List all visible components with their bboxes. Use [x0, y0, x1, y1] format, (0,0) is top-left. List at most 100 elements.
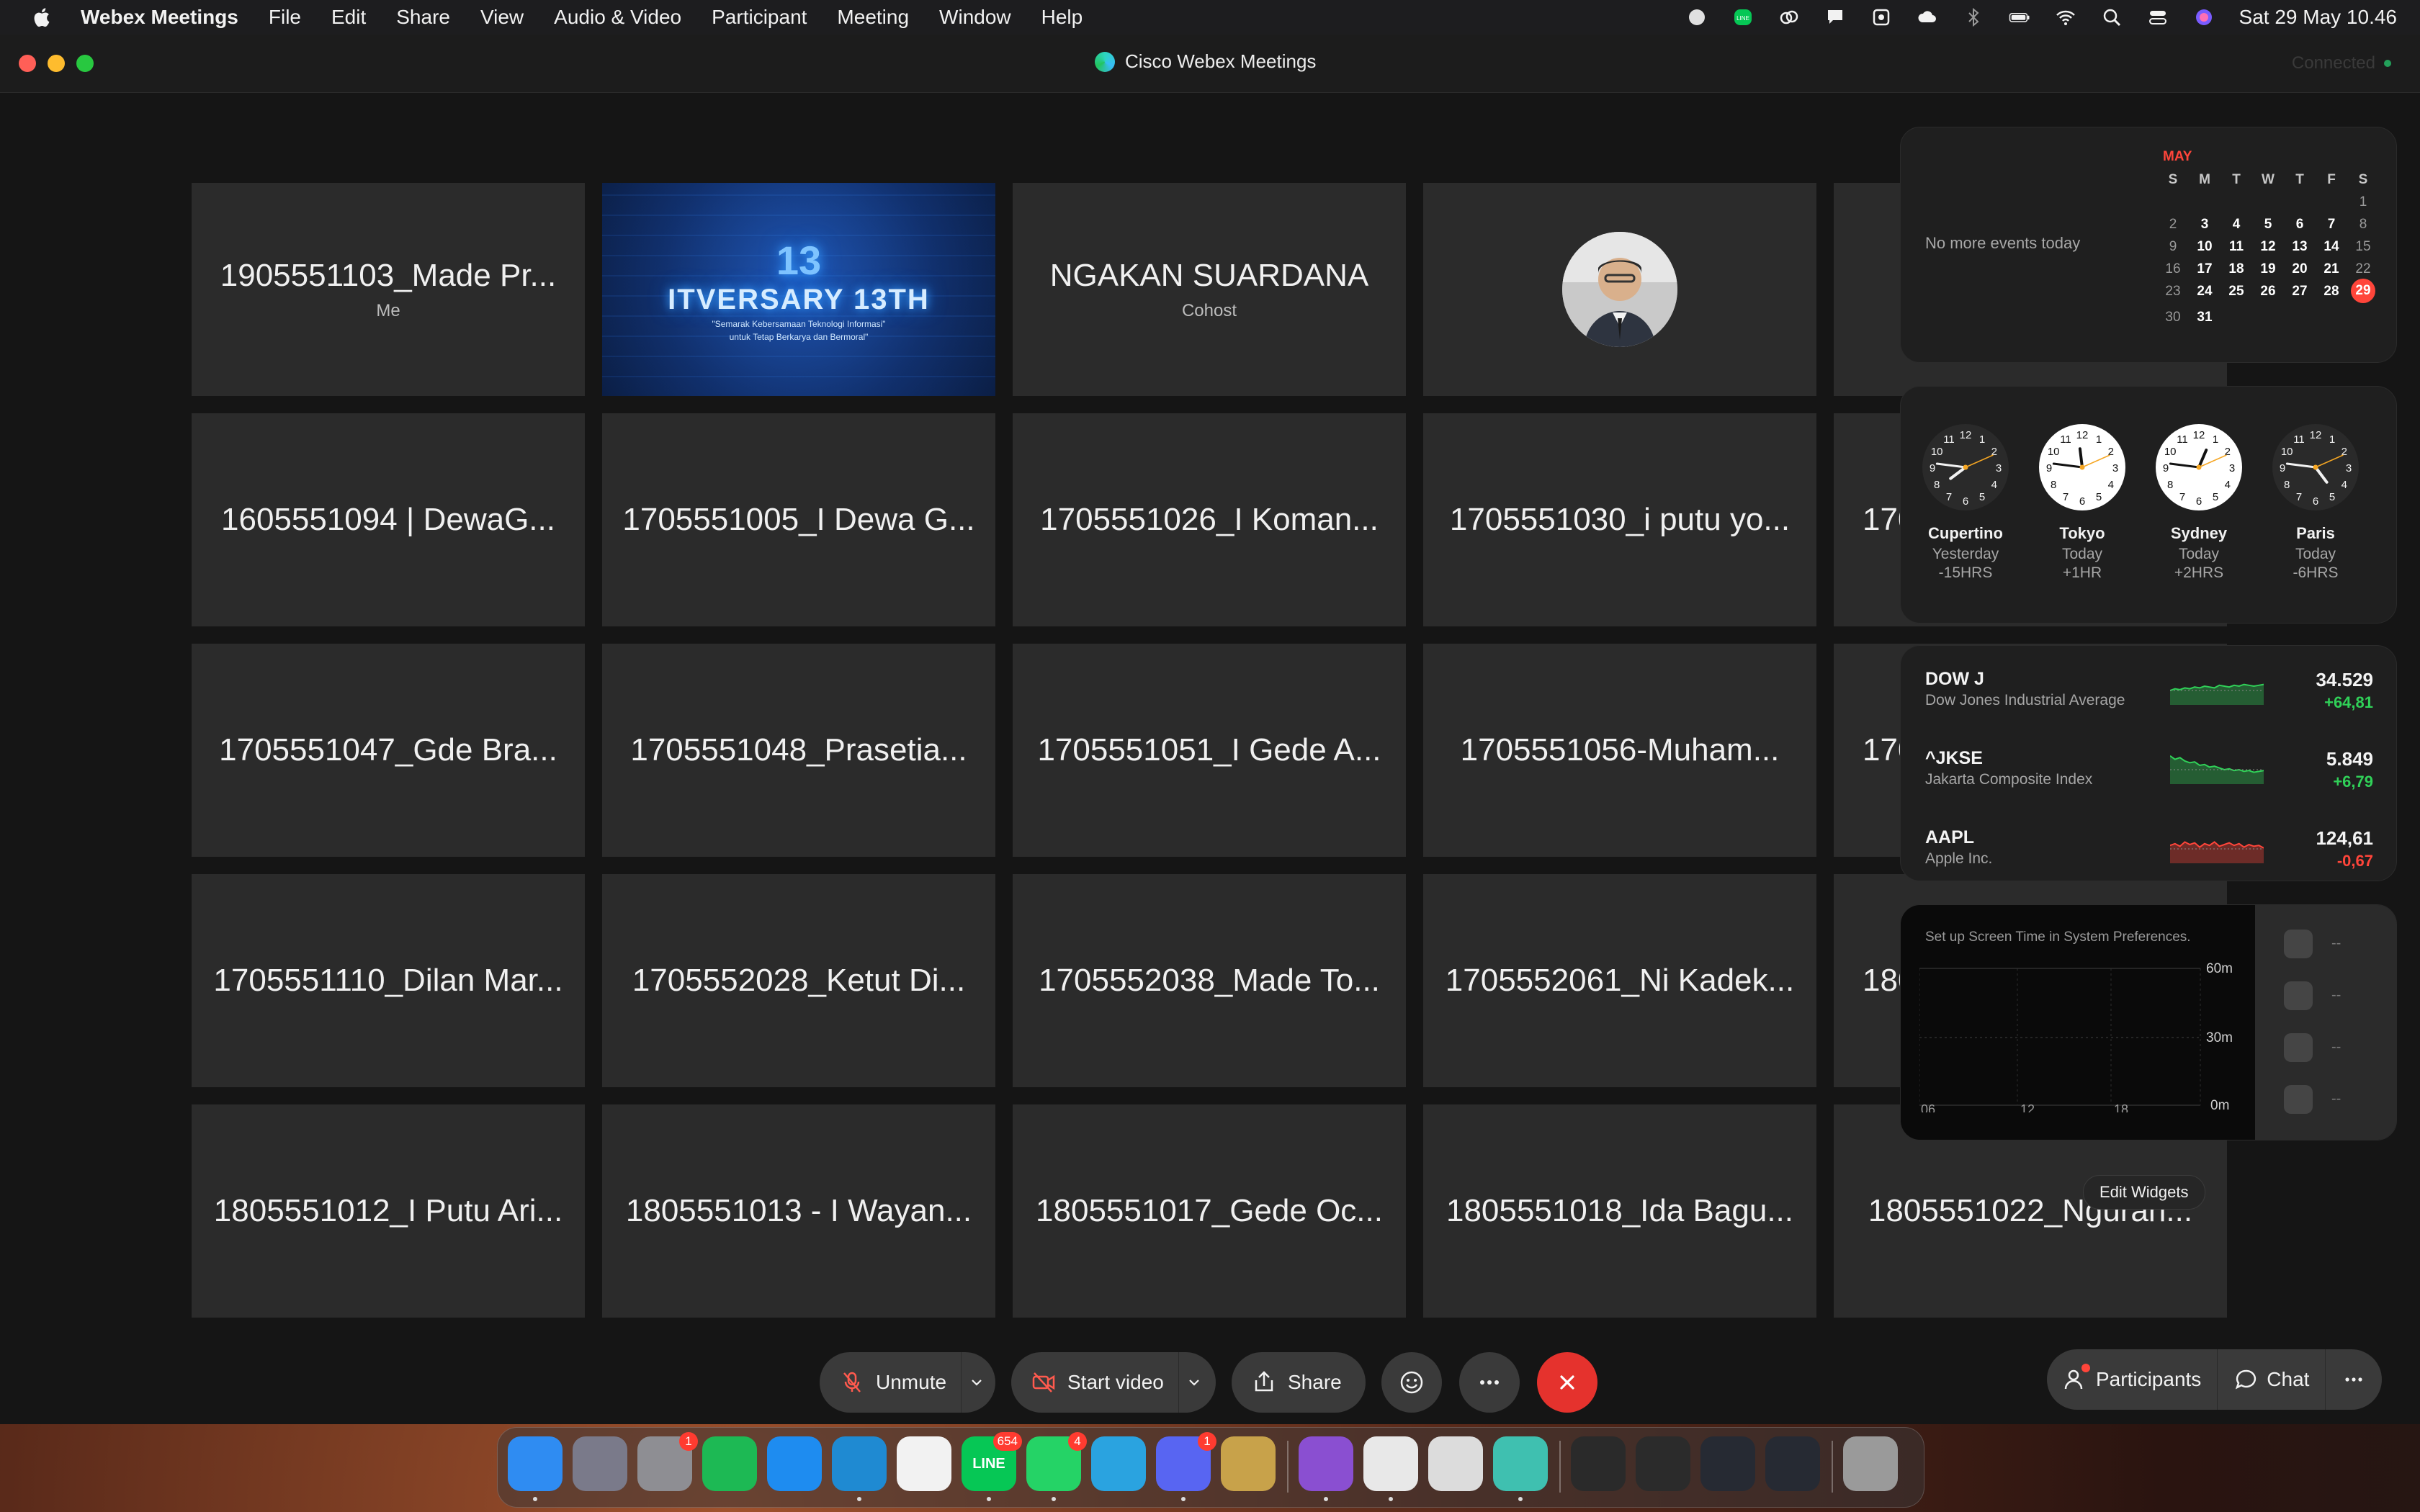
- chrome-icon[interactable]: [1363, 1436, 1418, 1491]
- window-zoom-button[interactable]: [76, 55, 94, 72]
- participant-tile[interactable]: 1705552028_Ketut Di...: [602, 874, 995, 1087]
- participant-tile[interactable]: 1705551048_Prasetia...: [602, 644, 995, 857]
- whatsapp-icon[interactable]: 4: [1026, 1432, 1087, 1491]
- edit-widgets-button[interactable]: Edit Widgets: [2083, 1175, 2205, 1210]
- panel-more-button[interactable]: [2325, 1349, 2382, 1410]
- participant-tile[interactable]: 1705551005_I Dewa G...: [602, 413, 995, 626]
- stock-price: 5.849: [2326, 748, 2373, 770]
- participant-tile[interactable]: 1705551110_Dilan Mar...: [192, 874, 585, 1087]
- participant-tile[interactable]: 1905551103_Made Pr... Me: [192, 183, 585, 396]
- wifi-icon[interactable]: [2055, 6, 2076, 28]
- discord-icon[interactable]: 1: [1156, 1432, 1216, 1491]
- participants-button[interactable]: Participants: [2047, 1349, 2217, 1410]
- participant-tile[interactable]: 1705551051_I Gede A...: [1013, 644, 1406, 857]
- participant-tile[interactable]: 1805551013 - I Wayan...: [602, 1104, 995, 1318]
- start-video-button[interactable]: Start video: [1011, 1352, 1216, 1413]
- webex-icon[interactable]: [1493, 1436, 1548, 1491]
- participant-tile[interactable]: 1605551094 | DewaG...: [192, 413, 585, 626]
- leave-meeting-button[interactable]: [1537, 1352, 1597, 1413]
- screen-time-x-label: 06: [1921, 1102, 1935, 1112]
- more-options-button[interactable]: [1459, 1352, 1520, 1413]
- stock-row[interactable]: ^JKSE Jakarta Composite Index 5.849 +6,79: [1925, 748, 2379, 813]
- battery-icon[interactable]: [2009, 6, 2030, 28]
- menu-clock[interactable]: Sat 29 May 10.46: [2239, 6, 2397, 29]
- share-button[interactable]: Share: [1232, 1352, 1366, 1413]
- launchpad-icon[interactable]: [573, 1436, 627, 1491]
- spotify-icon[interactable]: [702, 1436, 757, 1491]
- spotlight-icon[interactable]: [2101, 6, 2123, 28]
- menu-app-name[interactable]: Webex Meetings: [81, 6, 238, 29]
- trash-icon[interactable]: [1843, 1436, 1898, 1491]
- line-icon[interactable]: LINE: [1732, 6, 1754, 28]
- control-center-icon[interactable]: [2147, 6, 2169, 28]
- participant-tile[interactable]: NGAKAN SUARDANA Cohost: [1013, 183, 1406, 396]
- minimized-window-1[interactable]: [1571, 1436, 1626, 1491]
- circle-status-icon[interactable]: [1686, 6, 1708, 28]
- participant-tile-video[interactable]: 13 ITVERSARY 13TH "Semarak Kebersamaan Tek…: [602, 183, 995, 396]
- cleanmymac-icon[interactable]: [1428, 1436, 1483, 1491]
- menu-meeting[interactable]: Meeting: [837, 6, 909, 29]
- participant-name: 1705552061_Ni Kadek...: [1445, 963, 1795, 998]
- world-clock-widget[interactable]: 1 2 3 4 5 6 7 8 9 10 11 12 Cupertino Yesterday -15HRS 1…: [1900, 386, 2397, 624]
- minimized-window-2[interactable]: [1636, 1436, 1690, 1491]
- audio-options-chevron-down-icon[interactable]: [961, 1352, 992, 1413]
- participant-tile[interactable]: 1705551056-Muham...: [1423, 644, 1816, 857]
- unmute-button[interactable]: Unmute: [820, 1352, 995, 1413]
- menu-help[interactable]: Help: [1041, 6, 1083, 29]
- participant-tile[interactable]: 1805551012_I Putu Ari...: [192, 1104, 585, 1318]
- dock-running-indicator: [1518, 1497, 1523, 1501]
- archive-utility-icon[interactable]: [1221, 1436, 1276, 1491]
- clock-city: Cupertino: [1928, 524, 2003, 542]
- telegram-icon[interactable]: [1091, 1436, 1146, 1491]
- siri-icon[interactable]: [2193, 6, 2215, 28]
- menu-participant[interactable]: Participant: [712, 6, 807, 29]
- participant-tile[interactable]: 1705551030_i putu yo...: [1423, 413, 1816, 626]
- stock-row[interactable]: AAPL Apple Inc. 124,61 -0,67: [1925, 827, 2379, 892]
- menu-file[interactable]: File: [269, 6, 301, 29]
- participant-tile[interactable]: 1705552061_Ni Kadek...: [1423, 874, 1816, 1087]
- menu-audio-video[interactable]: Audio & Video: [554, 6, 681, 29]
- vscode-icon[interactable]: [832, 1436, 887, 1491]
- window-minimize-button[interactable]: [48, 55, 65, 72]
- system-preferences-icon[interactable]: 1: [637, 1432, 698, 1491]
- participant-tile[interactable]: 1705552038_Made To...: [1013, 874, 1406, 1087]
- participant-tile[interactable]: 1805551018_Ida Bagu...: [1423, 1104, 1816, 1318]
- calendar-day-header: T: [2232, 172, 2241, 187]
- stocks-widget[interactable]: DOW J Dow Jones Industrial Average 34.529 +…: [1900, 645, 2397, 881]
- stock-row[interactable]: DOW J Dow Jones Industrial Average 34.529 +…: [1925, 669, 2379, 734]
- video-options-chevron-down-icon[interactable]: [1178, 1352, 1209, 1413]
- app-store-icon[interactable]: [897, 1436, 951, 1491]
- github-desktop-icon[interactable]: [1299, 1436, 1353, 1491]
- calendar-widget[interactable]: No more events today MAY SMTWTFS12345678…: [1900, 127, 2397, 363]
- calendar-month: MAY: [2163, 149, 2192, 164]
- dock-badge: 4: [1068, 1432, 1087, 1451]
- bluetooth-off-icon[interactable]: [1963, 6, 1984, 28]
- menu-window[interactable]: Window: [939, 6, 1011, 29]
- menu-share[interactable]: Share: [396, 6, 450, 29]
- participant-tile[interactable]: 1705551047_Gde Bra...: [192, 644, 585, 857]
- calendar-day: 22: [2355, 261, 2371, 276]
- participant-tile-avatar[interactable]: [1423, 183, 1816, 396]
- calendar-day-header: S: [2168, 172, 2178, 187]
- line-icon[interactable]: LINE 654: [962, 1432, 1022, 1491]
- cloud-icon[interactable]: [1917, 6, 1938, 28]
- participant-avatar: [1562, 232, 1677, 347]
- participant-name: 1705551051_I Gede A...: [1037, 732, 1381, 768]
- screen-time-widget[interactable]: Set up Screen Time in System Preferences…: [1900, 904, 2397, 1140]
- menu-edit[interactable]: Edit: [331, 6, 366, 29]
- safari-icon[interactable]: [767, 1436, 822, 1491]
- menu-view[interactable]: View: [480, 6, 524, 29]
- minimized-window-3[interactable]: [1700, 1436, 1755, 1491]
- notification-icon[interactable]: [1824, 6, 1846, 28]
- calendar-day: 21: [2323, 261, 2339, 276]
- participant-tile[interactable]: 1705551026_I Koman...: [1013, 413, 1406, 626]
- remote-icon[interactable]: [1870, 6, 1892, 28]
- minimized-window-4[interactable]: [1765, 1436, 1820, 1491]
- apple-menu-icon[interactable]: [30, 6, 52, 28]
- window-close-button[interactable]: [19, 55, 36, 72]
- reactions-button[interactable]: [1381, 1352, 1442, 1413]
- participant-tile[interactable]: 1805551017_Gede Oc...: [1013, 1104, 1406, 1318]
- chat-button[interactable]: Chat: [2217, 1349, 2325, 1410]
- finder-icon[interactable]: [508, 1436, 563, 1491]
- creative-cloud-icon[interactable]: [1778, 6, 1800, 28]
